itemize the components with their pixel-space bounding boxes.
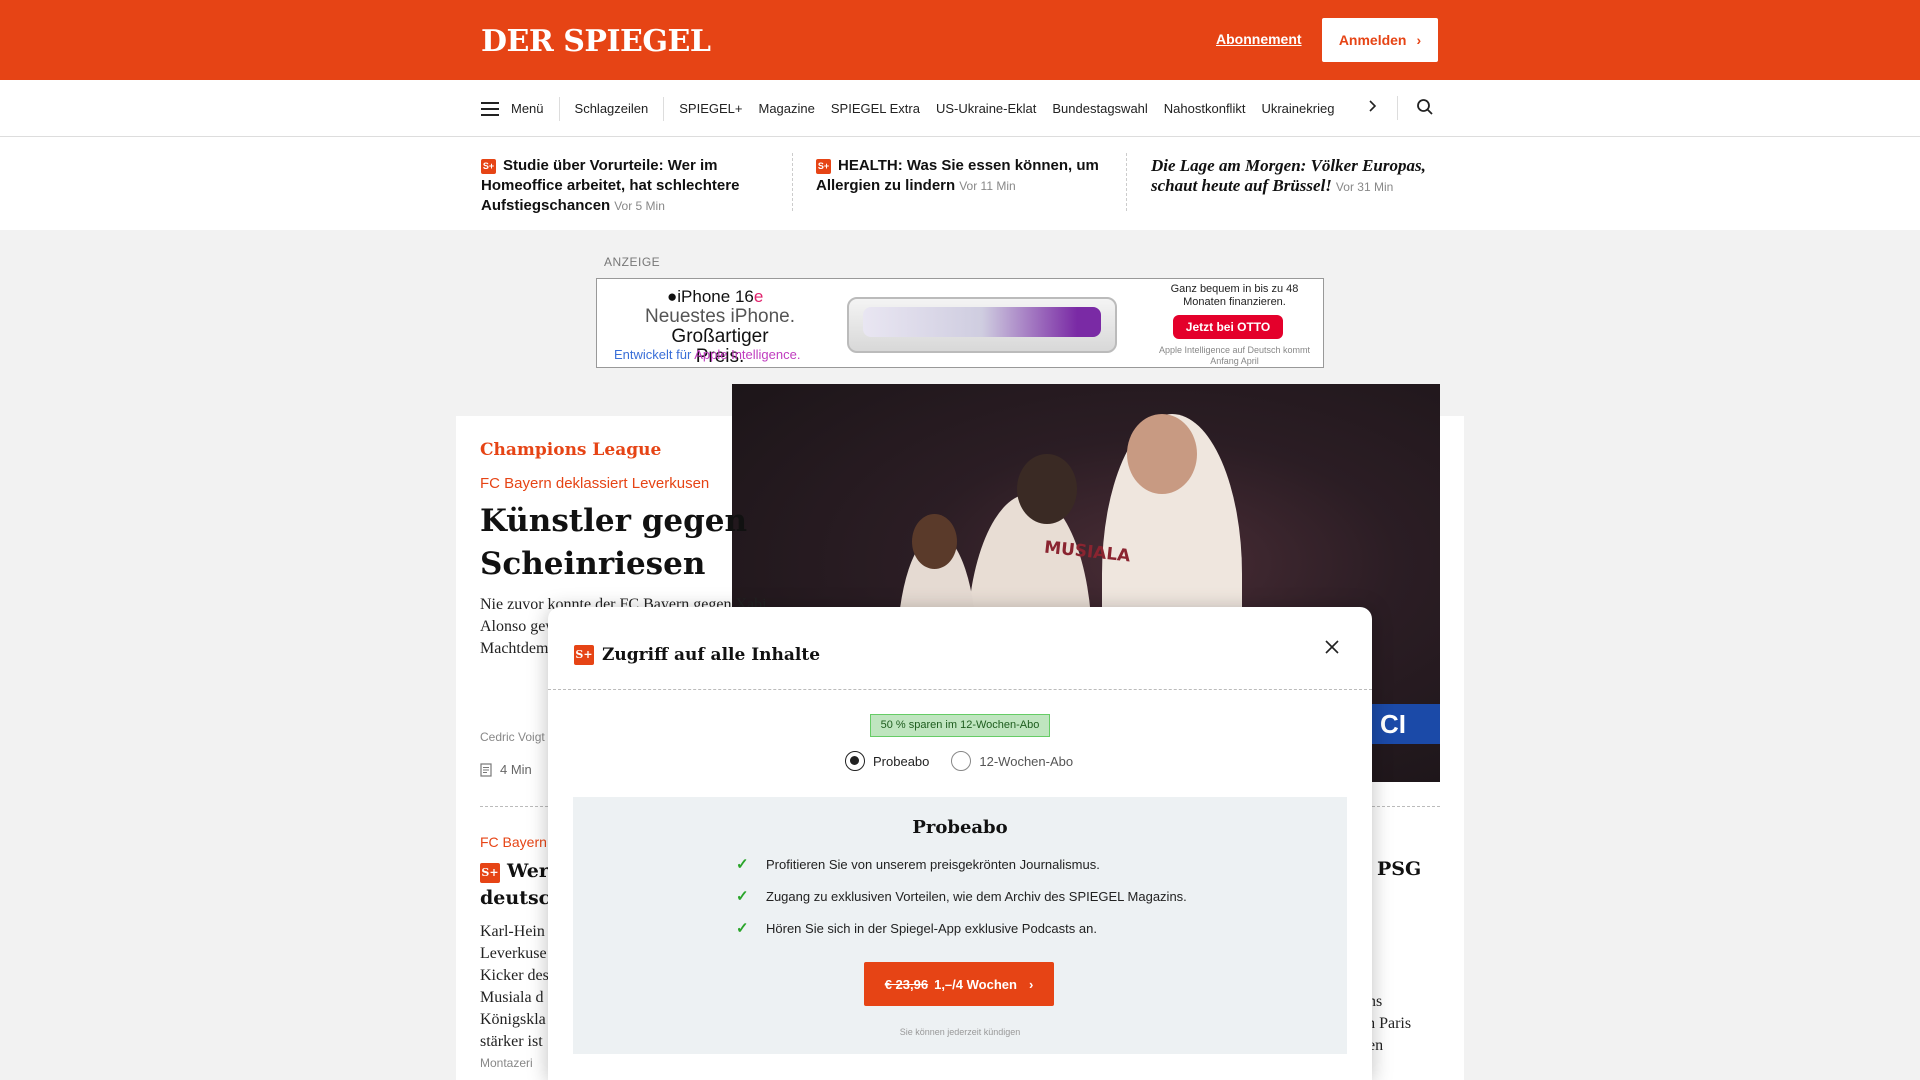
- otto-button[interactable]: Jetzt bei OTTO: [1173, 315, 1283, 339]
- checkmark-icon: ✓: [736, 856, 749, 873]
- new-price: 1,–/4 Wochen: [934, 976, 1017, 992]
- article-kicker[interactable]: FC Bayern: [480, 834, 547, 850]
- ticker-divider: [1126, 153, 1127, 211]
- article-icon: [480, 762, 492, 777]
- nav-item-ukrainekrieg[interactable]: Ukrainekrieg: [1261, 101, 1334, 116]
- article-kicker[interactable]: FC Bayern deklassiert Leverkusen: [480, 475, 709, 492]
- spiegel-plus-icon: S+: [574, 645, 594, 665]
- divider: [1372, 806, 1440, 807]
- ad-label: ANZEIGE: [604, 255, 661, 269]
- chevron-right-icon: ›: [1416, 32, 1422, 48]
- ad-tagline: Entwickelt für Apple Intelligence.: [614, 347, 801, 362]
- nav-item-spiegel-plus[interactable]: SPIEGEL+: [679, 101, 742, 116]
- ticker-divider: [792, 153, 793, 211]
- chevron-right-icon[interactable]: [1367, 99, 1377, 118]
- nav-item-schlagzeilen[interactable]: Schlagzeilen: [575, 101, 649, 116]
- nav-item-us-ukraine[interactable]: US-Ukraine-Eklat: [936, 101, 1036, 116]
- ticker-time: Vor 11 Min: [959, 179, 1016, 193]
- modal-title: S+ Zugriff auf alle Inhalte: [574, 645, 821, 665]
- nav-item-magazine[interactable]: Magazine: [758, 101, 814, 116]
- plan-title: Probeabo: [912, 817, 1008, 838]
- headline-ticker: S+ Studie über Vorurteile: Wer im Homeoff…: [0, 137, 1920, 230]
- close-icon[interactable]: [1324, 637, 1340, 659]
- spiegel-plus-icon: S+: [480, 863, 500, 883]
- plan-selector: Probeabo 12-Wochen-Abo: [845, 751, 1073, 771]
- nav-item-nahostkonflikt[interactable]: Nahostkonflikt: [1164, 101, 1246, 116]
- spiegel-plus-icon: S+: [481, 159, 496, 174]
- search-icon[interactable]: [1416, 98, 1434, 121]
- apple-logo-icon: ●: [667, 287, 678, 306]
- ad-finance-text: Ganz bequem in bis zu 48 Monaten finanzi…: [1170, 283, 1299, 308]
- hamburger-icon[interactable]: [481, 101, 499, 116]
- ticker-item[interactable]: Die Lage am Morgen: Völker Europas, scha…: [1151, 156, 1441, 197]
- nav-item-bundestagswahl[interactable]: Bundestagswahl: [1052, 101, 1147, 116]
- feature-item: ✓ Profitieren Sie von unserem preisgekrön…: [736, 856, 1100, 873]
- nav-divider: [1397, 96, 1398, 120]
- spiegel-logo[interactable]: DER SPIEGEL: [481, 24, 711, 59]
- reading-time: 4 Min: [480, 762, 532, 777]
- article-headline-right[interactable]: PSG: [1377, 858, 1421, 880]
- phone-image: [847, 297, 1117, 353]
- login-label: Anmelden: [1338, 32, 1407, 48]
- radio-probeabo[interactable]: Probeabo: [845, 751, 929, 771]
- ticker-item[interactable]: S+ Studie über Vorurteile: Wer im Homeoff…: [481, 156, 781, 216]
- modal-divider: [548, 689, 1372, 690]
- subscribe-button[interactable]: € 23,96 1,–/4 Wochen ›: [864, 962, 1054, 1006]
- divider: [480, 806, 548, 807]
- cancel-note: Sie können jederzeit kündigen: [899, 1027, 1021, 1037]
- menu-button[interactable]: Menü: [511, 101, 544, 116]
- article-author: Cedric Voigt: [480, 730, 545, 744]
- nav-divider: [663, 96, 665, 121]
- savings-badge: 50 % sparen im 12-Wochen-Abo: [870, 714, 1050, 737]
- main-nav: Menü Schlagzeilen SPIEGEL+ Magazine SPIE…: [0, 80, 1920, 137]
- radio-button[interactable]: [951, 751, 972, 771]
- nav-item-spiegel-extra[interactable]: SPIEGEL Extra: [831, 101, 920, 116]
- login-button[interactable]: Anmelden ›: [1322, 18, 1438, 62]
- ad-product: ●iPhone 16e: [667, 287, 764, 306]
- section-label[interactable]: Champions League: [480, 440, 661, 460]
- feature-item: ✓ Zugang zu exklusiven Vorteilen, wie dem…: [736, 888, 1187, 905]
- feature-item: ✓ Hören Sie sich in der Spiegel-App exklu…: [736, 920, 1097, 937]
- chevron-right-icon: ›: [1028, 976, 1034, 992]
- ticker-title: Studie über Vorurteile: Wer im Homeoffic…: [481, 157, 740, 214]
- plan-panel: Probeabo ✓ Profitieren Sie von unserem pr…: [573, 797, 1347, 1054]
- article-headline[interactable]: Künstler gegen Scheinriesen: [480, 500, 780, 586]
- radio-button[interactable]: [845, 751, 865, 771]
- paywall-modal: S+ Zugriff auf alle Inhalte 50 % sparen …: [548, 607, 1372, 1080]
- subscription-link[interactable]: Abonnement: [1216, 31, 1302, 47]
- ticker-time: Vor 5 Min: [614, 199, 665, 213]
- ticker-title: HEALTH: Was Sie essen können, um Allergi…: [816, 157, 1099, 194]
- old-price: € 23,96: [884, 976, 929, 992]
- article-author: Montazeri: [480, 1056, 533, 1070]
- nav-divider: [558, 96, 560, 121]
- ticker-item[interactable]: S+ HEALTH: Was Sie essen können, um Aller…: [816, 156, 1116, 196]
- ticker-time: Vor 31 Min: [1335, 180, 1394, 194]
- ad-disclaimer: Apple Intelligence auf Deutsch kommt Anf…: [1158, 345, 1311, 366]
- spiegel-plus-icon: S+: [816, 159, 831, 174]
- site-header: DER SPIEGEL Abonnement Anmelden ›: [0, 0, 1920, 80]
- checkmark-icon: ✓: [736, 888, 749, 905]
- ad-banner[interactable]: ●iPhone 16e Neuestes iPhone. Großartiger …: [596, 278, 1324, 368]
- checkmark-icon: ✓: [736, 920, 749, 937]
- radio-12-wochen-abo[interactable]: 12-Wochen-Abo: [951, 751, 1073, 771]
